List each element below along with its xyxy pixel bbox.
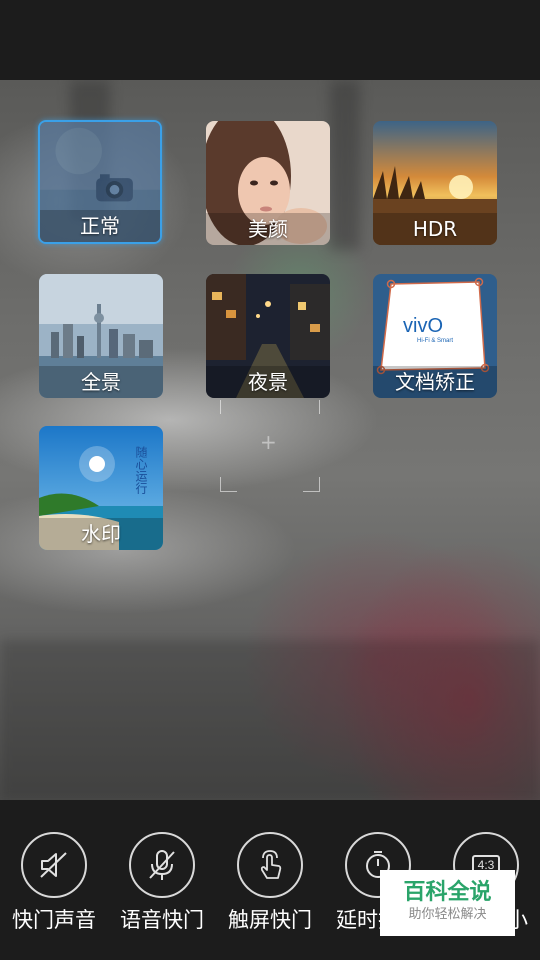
mode-hdr[interactable]: HDR	[373, 121, 497, 245]
setting-label: 触屏快门	[228, 908, 312, 932]
mode-night[interactable]: 夜景	[206, 274, 330, 398]
touch-shutter-setting[interactable]: 触屏快门	[216, 832, 324, 934]
speaker-muted-icon	[40, 852, 67, 878]
mode-label: 正常	[40, 210, 160, 242]
focus-corner	[220, 477, 237, 492]
shutter-sound-setting[interactable]: 快门声音	[0, 832, 108, 934]
setting-label: 快门声音	[12, 908, 96, 932]
mode-label: 全景	[39, 366, 163, 398]
touch-hand-icon	[260, 850, 282, 879]
mode-beauty[interactable]: 美颜	[206, 121, 330, 245]
site-watermark: 百科全说 助你轻松解决	[380, 870, 515, 936]
setting-label: 语音快门	[120, 908, 204, 932]
mode-watermark[interactable]: 随心运行 水印	[39, 426, 163, 550]
mode-label: 文档矫正	[373, 366, 497, 398]
mode-label: HDR	[373, 213, 497, 245]
microphone-muted-icon	[149, 850, 175, 880]
focus-corner	[303, 477, 320, 492]
vivo-tagline-text: Hi-Fi & Smart	[417, 338, 453, 344]
voice-shutter-setting[interactable]: 语音快门	[108, 832, 216, 934]
mode-label: 夜景	[206, 366, 330, 398]
mode-label: 水印	[39, 518, 163, 550]
focus-corner	[303, 400, 320, 414]
mode-document-correction[interactable]: vivO Hi-Fi & Smart 文档矫正	[373, 274, 497, 398]
blur-shape	[0, 640, 540, 800]
mode-normal[interactable]: 正常	[38, 120, 162, 244]
watermark-vertical-text: 随心运行	[134, 445, 148, 494]
crosshair-icon: +	[260, 430, 277, 454]
voice-shutter-button[interactable]	[129, 832, 195, 898]
shutter-sound-button[interactable]	[21, 832, 87, 898]
touch-shutter-button[interactable]	[237, 832, 303, 898]
focus-corner	[220, 400, 237, 414]
top-bar	[0, 0, 540, 80]
site-watermark-subtitle: 助你轻松解决	[408, 907, 487, 922]
site-watermark-title: 百科全说	[403, 880, 492, 905]
focus-frame: +	[220, 400, 320, 492]
mode-label: 美颜	[206, 213, 330, 245]
blur-shape	[330, 80, 360, 250]
mode-panorama[interactable]: 全景	[39, 274, 163, 398]
vivo-logo-text: vivO	[403, 315, 443, 337]
